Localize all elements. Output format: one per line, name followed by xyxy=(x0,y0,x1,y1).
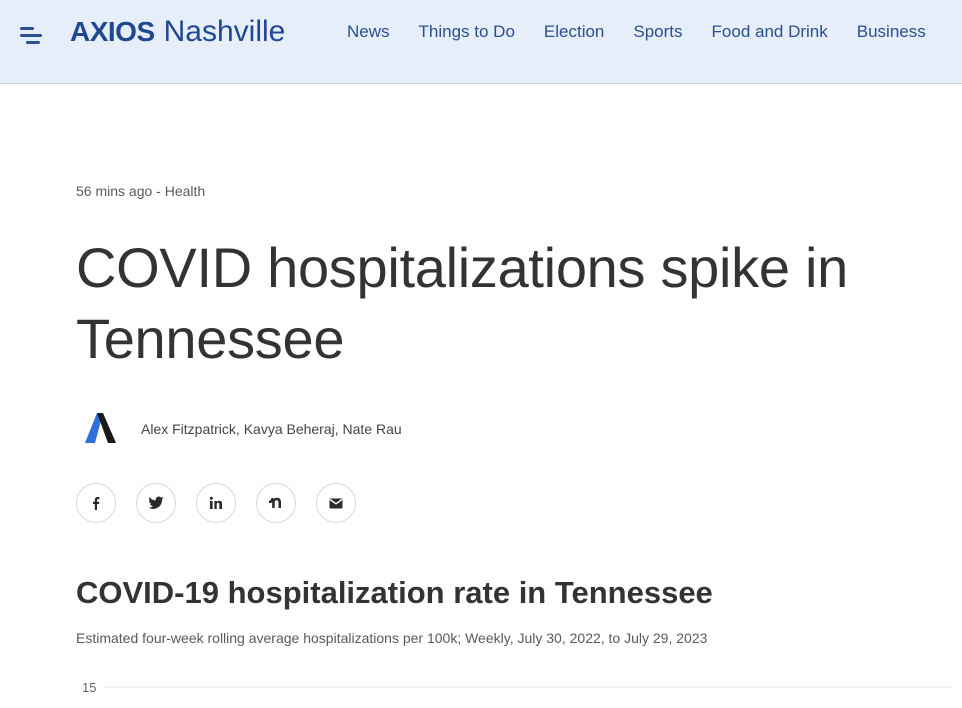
nextdoor-icon xyxy=(268,496,284,510)
email-share-button[interactable] xyxy=(316,483,356,523)
facebook-share-button[interactable] xyxy=(76,483,116,523)
hospitalization-chart: 15 xyxy=(82,680,952,695)
twitter-icon xyxy=(148,496,164,510)
article-meta: 56 mins ago - Health xyxy=(76,183,206,199)
y-tick-label: 15 xyxy=(82,680,96,695)
nav-election[interactable]: Election xyxy=(544,22,604,42)
axios-author-logo-icon xyxy=(84,412,118,444)
site-header: AXIOS Nashville News Things to Do Electi… xyxy=(0,0,962,84)
logo-brand: AXIOS xyxy=(70,16,155,47)
nav-things-to-do[interactable]: Things to Do xyxy=(419,22,515,42)
chart-title: COVID-19 hospitalization rate in Tenness… xyxy=(76,575,713,610)
menu-icon[interactable] xyxy=(20,27,44,45)
nav-sports[interactable]: Sports xyxy=(633,22,682,42)
share-bar xyxy=(76,483,376,523)
nextdoor-share-button[interactable] xyxy=(256,483,296,523)
linkedin-share-button[interactable] xyxy=(196,483,236,523)
twitter-share-button[interactable] xyxy=(136,483,176,523)
main-nav: News Things to Do Election Sports Food a… xyxy=(347,22,955,42)
nav-food-and-drink[interactable]: Food and Drink xyxy=(712,22,828,42)
facebook-icon xyxy=(89,496,103,510)
logo-city: Nashville xyxy=(163,15,286,48)
email-icon xyxy=(329,498,343,509)
article-headline: COVID hospitalizations spike in Tennesse… xyxy=(76,236,848,370)
linkedin-icon xyxy=(209,496,223,510)
site-logo[interactable]: AXIOS Nashville xyxy=(70,15,285,49)
chart-subtitle: Estimated four-week rolling average hosp… xyxy=(76,630,708,646)
nav-news[interactable]: News xyxy=(347,22,390,42)
nav-business[interactable]: Business xyxy=(857,22,926,42)
article-authors: Alex Fitzpatrick, Kavya Beheraj, Nate Ra… xyxy=(141,421,402,437)
